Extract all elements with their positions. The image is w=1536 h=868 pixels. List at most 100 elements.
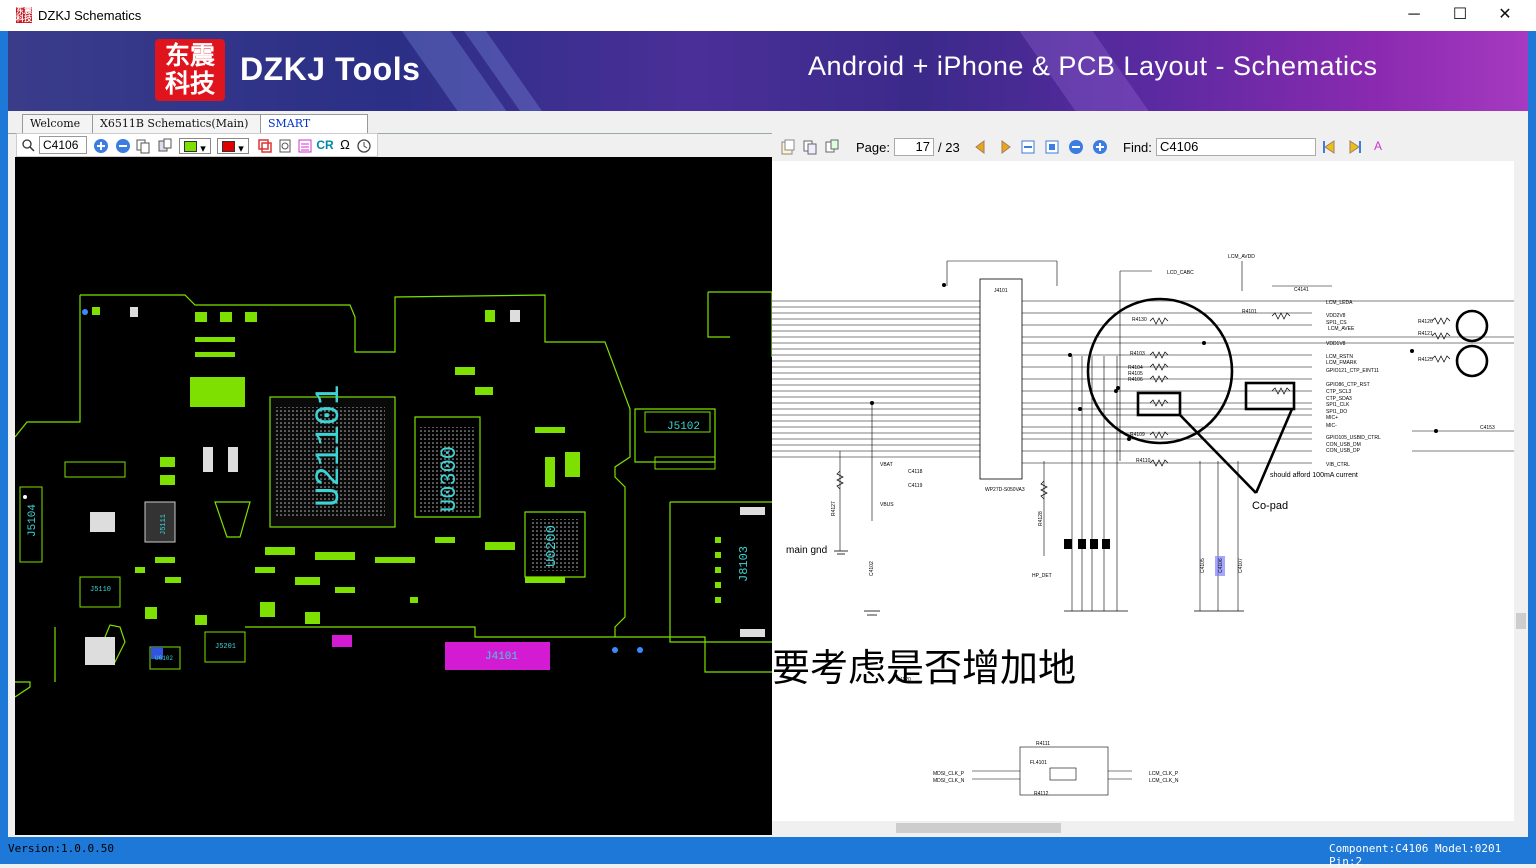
net-label: GPIO105_USBID_CTRL	[1326, 435, 1381, 441]
component-ref: R4121	[1418, 331, 1433, 337]
component-ref: R4101	[1242, 309, 1257, 315]
net-label: LCM_FMARK	[1326, 360, 1358, 366]
next-page-icon[interactable]	[998, 139, 1014, 155]
close-button[interactable]: ✕	[1482, 0, 1528, 31]
fit-page-icon[interactable]	[1044, 139, 1060, 155]
refresh-icon[interactable]	[356, 138, 372, 154]
app-icon: 东震 科技	[16, 6, 32, 23]
minimize-button[interactable]: ─	[1391, 0, 1437, 31]
net-label: LCM_AVDD	[1228, 254, 1255, 260]
component-ref: R4109	[1130, 432, 1145, 438]
window-frame-left	[0, 31, 8, 864]
net-label: VIB_CTRL	[1326, 462, 1350, 468]
component-ref: R4112	[1034, 791, 1049, 797]
fit-width-icon[interactable]	[1020, 139, 1036, 155]
component-ref: R4127	[831, 501, 837, 516]
tab-schematics-main[interactable]: X6511B Schematics(Main)	[92, 114, 262, 133]
net-label: LCM_AVEE	[1328, 326, 1355, 332]
net-label: MIC+	[1326, 415, 1338, 421]
connector-j4101	[979, 278, 1023, 480]
search-icon[interactable]	[20, 138, 36, 154]
component-ref: C4106	[1218, 558, 1224, 573]
component-ref: R4111	[1036, 741, 1050, 747]
banner-tagline: Android + iPhone & PCB Layout - Schemati…	[808, 51, 1378, 81]
component-ref: C4118	[908, 469, 923, 475]
export-icon[interactable]	[824, 139, 840, 155]
page-number-input[interactable]: 17	[894, 138, 934, 156]
pcb-label-j5201: J5201	[215, 643, 236, 651]
tab-welcome[interactable]: Welcome	[22, 114, 100, 133]
pcb-label-j5111: J5111	[160, 514, 168, 535]
pcb-label-j5104: J5104	[27, 504, 39, 537]
layer-icon[interactable]	[257, 138, 273, 154]
color-picker-green[interactable]: ▾	[179, 138, 211, 155]
find-next-icon[interactable]	[1346, 139, 1362, 155]
vertical-scroll-thumb[interactable]	[1516, 613, 1526, 629]
net-label: VDD1V8	[1326, 341, 1346, 347]
horizontal-scrollbar[interactable]	[772, 821, 1514, 835]
pcb-toolbar: C4106 ▾ ▾ CR Ω	[16, 133, 378, 157]
pcb-label-j4101: J4101	[485, 651, 518, 663]
component-ref: C4119	[908, 483, 923, 489]
schematic-view[interactable]: J4101 WP27D-S050VA3 LCD_CABC LCM_AVDD LC…	[772, 161, 1514, 821]
copy-icon[interactable]	[135, 138, 151, 154]
banner: 东震 科技 DZKJ Tools Android + iPhone & PCB L…	[8, 31, 1528, 111]
list-icon[interactable]	[297, 138, 313, 154]
zoom-out-icon[interactable]	[1068, 139, 1084, 155]
zoom-out-icon[interactable]	[115, 138, 131, 154]
pcb-label-j8103: J8103	[737, 546, 751, 582]
zoom-in-icon[interactable]	[1092, 139, 1108, 155]
brand-name: DZKJ Tools	[240, 51, 421, 87]
find-label: Find:	[1123, 140, 1152, 155]
window-title: DZKJ Schematics	[38, 8, 142, 23]
pcb-label-u0300: U0300	[437, 446, 462, 512]
component-ref: C4105	[1200, 558, 1206, 573]
highlight-text-icon[interactable]: A	[1370, 139, 1386, 155]
net-label: VBAT	[880, 462, 893, 468]
net-label: VDD2V8	[1326, 313, 1346, 319]
color-picker-red[interactable]: ▾	[217, 138, 249, 155]
schematic-toolbar: Page: 17 / 23 Find: C4106 A	[772, 133, 1528, 162]
tab-smart6[interactable]: SMART 6(X6511)✕	[260, 114, 368, 149]
prev-page-icon[interactable]	[972, 139, 988, 155]
net-label: CTP_SCL3	[1326, 389, 1352, 395]
open-icon[interactable]	[780, 139, 796, 155]
pcb-view[interactable]: U21101 U0300 U0200 J5102 J5104 J8103 J41…	[15, 157, 772, 835]
bottom-net-label: MDSI_CLK_P	[933, 771, 965, 777]
part-number-label: WP27D-S050VA3	[985, 487, 1025, 493]
pcb-label-u6102: U6102	[155, 655, 173, 662]
find-input[interactable]: C4106	[1156, 138, 1316, 156]
pcb-label-j5110: J5110	[90, 586, 111, 594]
maximize-button[interactable]: ☐	[1437, 0, 1483, 31]
net-label: LCM_LEDA	[1326, 300, 1353, 306]
component-ref: R4126	[1418, 319, 1433, 325]
vertical-scrollbar[interactable]	[1514, 161, 1528, 821]
paste-icon[interactable]	[157, 138, 173, 154]
component-ref: R4110	[1136, 458, 1151, 464]
version-text: Version:1.0.0.50	[8, 842, 114, 855]
component-ref: C4153	[1480, 425, 1495, 431]
component-ref: R4106	[1128, 377, 1143, 383]
horizontal-scroll-thumb[interactable]	[896, 823, 1061, 833]
page-label: Page:	[856, 140, 890, 155]
note-icon[interactable]	[277, 138, 293, 154]
copy-page-icon[interactable]	[802, 139, 818, 155]
net-label: MIC-	[1326, 423, 1337, 429]
page-total: / 23	[938, 140, 960, 155]
component-ref: C4107	[1238, 558, 1244, 573]
zoom-in-icon[interactable]	[93, 138, 109, 154]
find-prev-icon[interactable]	[1322, 139, 1338, 155]
title-bar: 东震 科技 DZKJ Schematics ─ ☐ ✕	[0, 0, 1536, 32]
tab-bar: Welcome X6511B Schematics(Main) SMART 6(…	[8, 111, 1528, 149]
component-ref: R4128	[1038, 511, 1044, 526]
pcb-search-input[interactable]: C4106	[39, 136, 87, 154]
bottom-net-label: MDSI_CLK_N	[933, 778, 965, 784]
component-ref: R4130	[1132, 317, 1147, 323]
omega-icon[interactable]: Ω	[337, 138, 353, 154]
cr-button[interactable]: CR	[315, 138, 335, 154]
status-bar: Version:1.0.0.50 Component:C4106 Model:0…	[0, 837, 1536, 868]
net-label: HP_DET	[1032, 573, 1052, 579]
component-info: Component:C4106 Model:0201 Pin:2	[1329, 842, 1502, 868]
component-ref: R4125	[1418, 357, 1433, 363]
net-label: CON_USB_DP	[1326, 448, 1361, 454]
